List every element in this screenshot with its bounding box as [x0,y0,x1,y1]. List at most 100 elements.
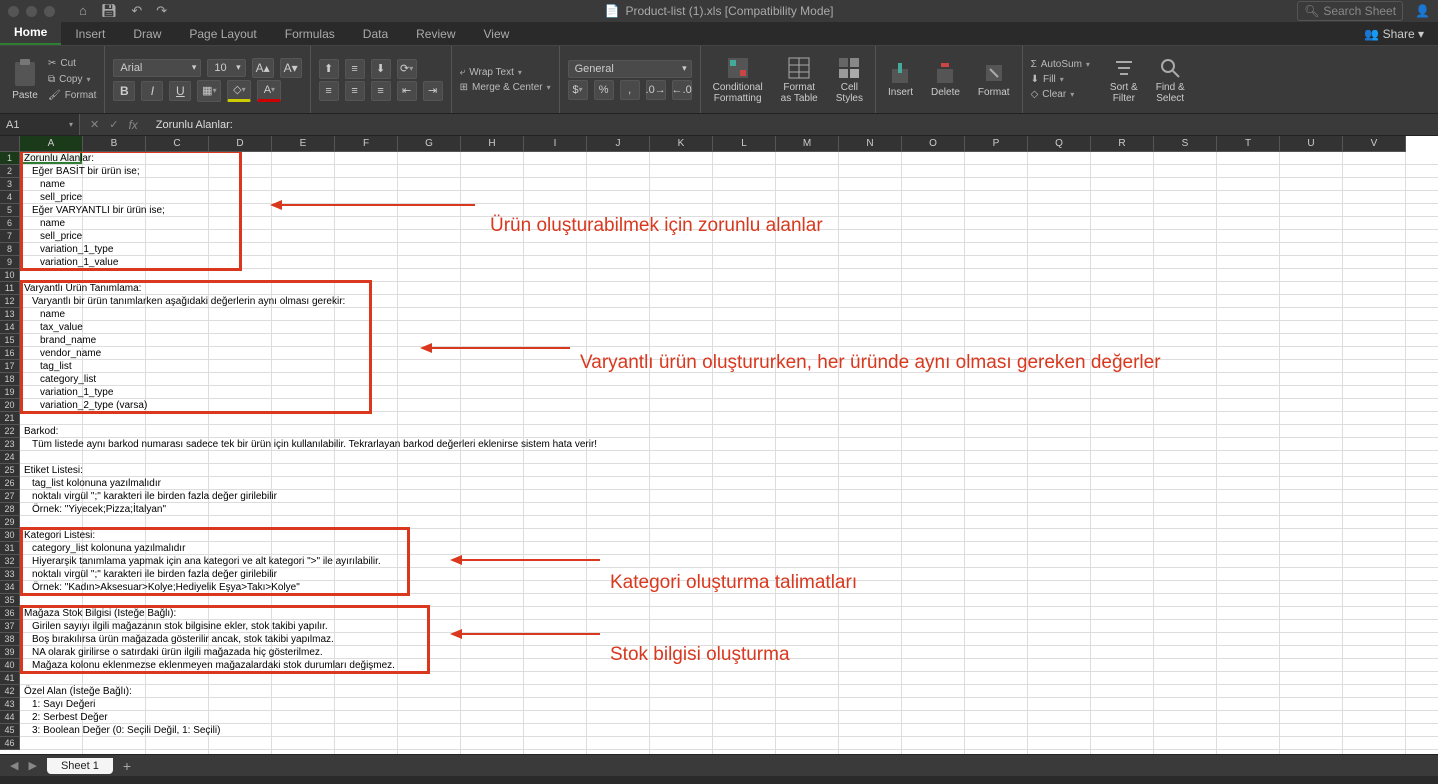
row-header-4[interactable]: 4 [0,191,20,204]
cell-a45[interactable]: 3: Boolean Değer (0: Seçili Değil, 1: Se… [30,724,222,737]
currency-button[interactable]: $▾ [568,80,588,100]
cell-a8[interactable]: variation_1_type [38,243,115,256]
orientation-button[interactable]: ⟳▾ [397,59,417,79]
cell-a14[interactable]: tax_value [38,321,85,334]
row-header-7[interactable]: 7 [0,230,20,243]
column-header-K[interactable]: K [650,136,713,152]
increase-indent-button[interactable]: ⇥ [423,81,443,101]
minimize-window[interactable] [26,6,37,17]
row-header-12[interactable]: 12 [0,295,20,308]
cell-a4[interactable]: sell_price [38,191,84,204]
row-header-2[interactable]: 2 [0,165,20,178]
clear-button[interactable]: ◇ Clear ▾ [1031,88,1090,101]
cell-a19[interactable]: variation_1_type [38,386,115,399]
row-header-44[interactable]: 44 [0,711,20,724]
column-header-C[interactable]: C [146,136,209,152]
column-header-I[interactable]: I [524,136,587,152]
cell-a37[interactable]: Girilen sayıyı ilgili mağazanın stok bil… [30,620,330,633]
row-header-35[interactable]: 35 [0,594,20,607]
cell-a32[interactable]: Hiyerarşik tanımlama yapmak için ana kat… [30,555,383,568]
font-name-select[interactable]: Arial [113,59,201,77]
format-cells-button[interactable]: Format [974,50,1014,109]
row-header-29[interactable]: 29 [0,516,20,529]
align-top-button[interactable]: ⬆ [319,59,339,79]
row-header-17[interactable]: 17 [0,360,20,373]
row-header-41[interactable]: 41 [0,672,20,685]
tab-formulas[interactable]: Formulas [271,23,349,45]
row-header-28[interactable]: 28 [0,503,20,516]
borders-button[interactable]: ▦▾ [197,80,221,102]
cell-a30[interactable]: Kategori Listesi: [22,529,97,542]
column-header-N[interactable]: N [839,136,902,152]
cancel-formula-icon[interactable]: ✕ [90,118,99,131]
cell-a15[interactable]: brand_name [38,334,98,347]
row-header-9[interactable]: 9 [0,256,20,269]
decrease-decimal-button[interactable]: ←.0 [672,80,692,100]
row-header-3[interactable]: 3 [0,178,20,191]
undo-icon[interactable]: ↶ [131,3,142,19]
cell-a23[interactable]: Tüm listede aynı barkod numarası sadece … [30,438,599,451]
column-header-V[interactable]: V [1343,136,1406,152]
row-header-46[interactable]: 46 [0,737,20,750]
row-header-6[interactable]: 6 [0,217,20,230]
align-right-button[interactable]: ≡ [371,81,391,101]
cell-a34[interactable]: Örnek: "Kadın>Aksesuar>Kolye;Hediyelik E… [30,581,302,594]
cell-a31[interactable]: category_list kolonuna yazılmalıdır [30,542,187,555]
column-header-R[interactable]: R [1091,136,1154,152]
merge-center-button[interactable]: ⊞ Merge & Center ▾ [460,81,551,94]
cell-a3[interactable]: name [38,178,67,191]
align-center-button[interactable]: ≡ [345,81,365,101]
column-header-T[interactable]: T [1217,136,1280,152]
row-header-43[interactable]: 43 [0,698,20,711]
row-header-21[interactable]: 21 [0,412,20,425]
sheet-nav-last-icon[interactable]: ▶ [28,759,36,772]
share-button[interactable]: 👥 Share ▾ [1350,23,1438,45]
column-header-S[interactable]: S [1154,136,1217,152]
row-header-8[interactable]: 8 [0,243,20,256]
cell-a33[interactable]: noktalı virgül ";" karakteri ile birden … [30,568,279,581]
decrease-font-button[interactable]: A▾ [280,58,302,78]
fill-color-button[interactable]: ◇▾ [227,80,251,102]
user-icon[interactable]: 👤 [1415,4,1430,18]
cell-a5[interactable]: Eğer VARYANTLI bir ürün ise; [30,204,167,217]
copy-button[interactable]: ⧉ Copy ▾ [48,73,96,86]
tab-insert[interactable]: Insert [61,23,119,45]
row-header-26[interactable]: 26 [0,477,20,490]
delete-cells-button[interactable]: Delete [927,50,964,109]
fx-icon[interactable]: fx [128,118,137,132]
row-header-42[interactable]: 42 [0,685,20,698]
column-header-O[interactable]: O [902,136,965,152]
row-header-31[interactable]: 31 [0,542,20,555]
row-header-15[interactable]: 15 [0,334,20,347]
column-header-E[interactable]: E [272,136,335,152]
cell-a36[interactable]: Mağaza Stok Bilgisi (İsteğe Bağlı): [22,607,178,620]
cell-a42[interactable]: Özel Alan (İsteğe Bağlı): [22,685,134,698]
column-header-Q[interactable]: Q [1028,136,1091,152]
column-header-B[interactable]: B [83,136,146,152]
sort-filter-button[interactable]: Sort & Filter [1106,50,1142,109]
column-header-M[interactable]: M [776,136,839,152]
save-icon[interactable]: 💾︎ [101,3,118,19]
row-header-5[interactable]: 5 [0,204,20,217]
increase-decimal-button[interactable]: .0→ [646,80,666,100]
fill-button[interactable]: ⬇ Fill ▾ [1031,73,1090,86]
column-header-A[interactable]: A [20,136,83,152]
autosum-button[interactable]: Σ AutoSum ▾ [1031,58,1090,71]
find-select-button[interactable]: Find & Select [1152,50,1189,109]
conditional-formatting-button[interactable]: Conditional Formatting [709,50,767,109]
formula-input[interactable]: Zorunlu Alanlar: [148,119,1438,131]
cell-a6[interactable]: name [38,217,67,230]
row-header-37[interactable]: 37 [0,620,20,633]
column-header-L[interactable]: L [713,136,776,152]
paste-button[interactable]: Paste [8,58,42,101]
column-header-H[interactable]: H [461,136,524,152]
row-header-19[interactable]: 19 [0,386,20,399]
cell-a26[interactable]: tag_list kolonuna yazılmalıdır [30,477,163,490]
row-header-24[interactable]: 24 [0,451,20,464]
row-header-39[interactable]: 39 [0,646,20,659]
cut-button[interactable]: ✂ Cut [48,57,96,70]
sheet-tab[interactable]: Sheet 1 [47,758,113,774]
tab-draw[interactable]: Draw [119,23,175,45]
cell-a13[interactable]: name [38,308,67,321]
percent-button[interactable]: % [594,80,614,100]
